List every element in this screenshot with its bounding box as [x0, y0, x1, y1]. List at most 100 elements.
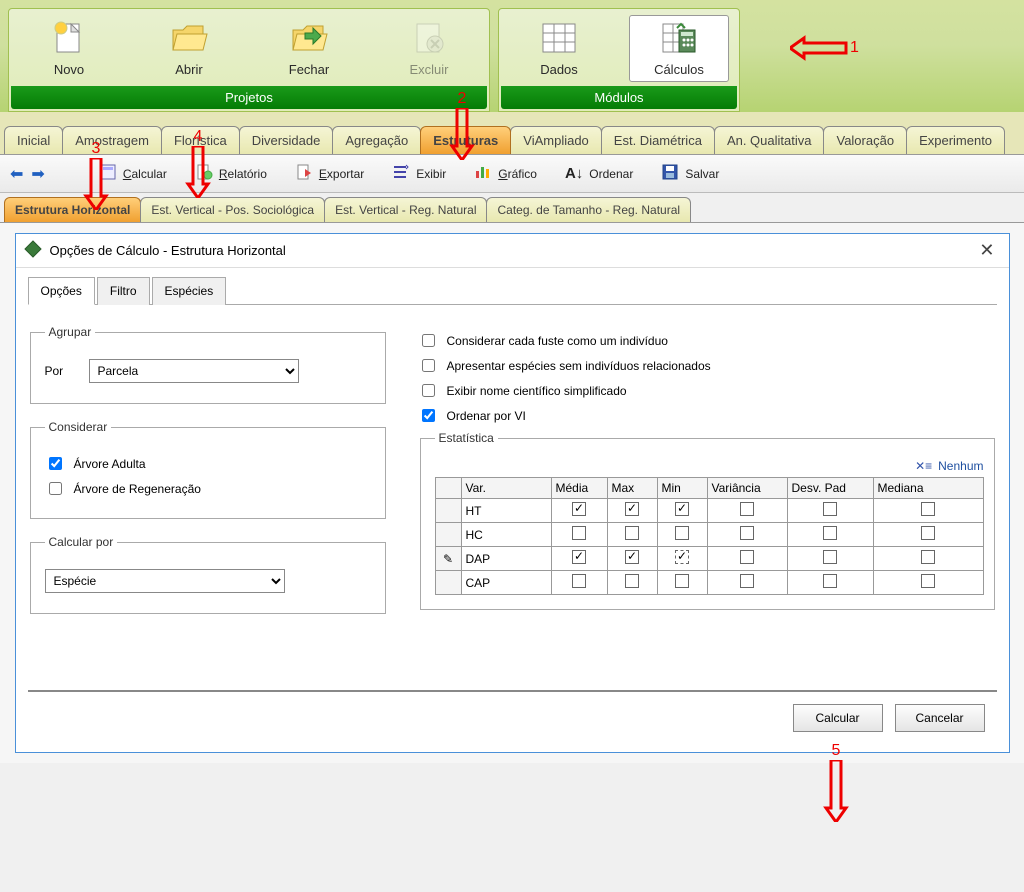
checkbox-arvore-adulta[interactable] [49, 457, 62, 470]
tab-agregacao[interactable]: Agregação [332, 126, 421, 154]
toolbar-salvar-button[interactable]: Salvar [657, 161, 723, 186]
checkbox-icon[interactable] [625, 526, 639, 540]
toolbar-relatorio-button[interactable]: Relatório [191, 161, 271, 186]
stat-cell-desvpad[interactable] [787, 499, 873, 523]
dialog-calcular-button[interactable]: Calcular [793, 704, 883, 732]
stat-header-media[interactable]: Média [551, 478, 607, 499]
ribbon-item-abrir[interactable]: Abrir [139, 15, 239, 82]
ribbon-item-fechar[interactable]: Fechar [259, 15, 359, 82]
dialog-cancelar-button[interactable]: Cancelar [895, 704, 985, 732]
stat-cell-media[interactable] [551, 547, 607, 571]
stat-cell-variancia[interactable] [707, 571, 787, 595]
checkbox-icon[interactable] [572, 550, 586, 564]
stat-cell-var[interactable]: DAP [461, 547, 551, 571]
checkbox-icon[interactable] [572, 574, 586, 588]
stat-cell-var[interactable]: CAP [461, 571, 551, 595]
stat-cell-mediana[interactable] [873, 523, 983, 547]
stat-cell-variancia[interactable] [707, 547, 787, 571]
toolbar-ordenar-button[interactable]: A↓ Ordenar [561, 163, 637, 184]
tab-amostragem[interactable]: Amostragem [62, 126, 162, 154]
tab-est-diametrica[interactable]: Est. Diamétrica [601, 126, 715, 154]
dlgtab-filtro[interactable]: Filtro [97, 277, 150, 305]
tab-experimento[interactable]: Experimento [906, 126, 1005, 154]
stat-cell-min[interactable] [657, 523, 707, 547]
checkbox-considerar-fuste[interactable] [422, 334, 435, 347]
checkbox-icon[interactable] [740, 526, 754, 540]
stat-cell-desvpad[interactable] [787, 523, 873, 547]
dlgtab-especies[interactable]: Espécies [152, 277, 227, 305]
checkbox-icon[interactable] [740, 502, 754, 516]
tab-floristica[interactable]: Florística [161, 126, 240, 154]
checkbox-icon[interactable] [921, 502, 935, 516]
toolbar-exportar-button[interactable]: Exportar [291, 161, 368, 186]
stat-cell-media[interactable] [551, 523, 607, 547]
tab-diversidade[interactable]: Diversidade [239, 126, 334, 154]
tab-an-qualitativa[interactable]: An. Qualitativa [714, 126, 825, 154]
toolbar-calcular-button[interactable]: Calcular [95, 161, 171, 186]
checkbox-ordenar-vi[interactable] [422, 409, 435, 422]
stat-cell-desvpad[interactable] [787, 547, 873, 571]
stat-nenhum-button[interactable]: ✕≡ Nenhum [435, 459, 984, 473]
toolbar-grafico-button[interactable]: Gráfico [470, 161, 541, 186]
checkbox-icon[interactable] [625, 574, 639, 588]
stat-header-min[interactable]: Min [657, 478, 707, 499]
nav-back-button[interactable]: ⬅ [10, 164, 23, 184]
checkbox-icon[interactable] [675, 502, 689, 516]
subtab-est-vertical-reg[interactable]: Est. Vertical - Reg. Natural [324, 197, 487, 222]
stat-cell-mediana[interactable] [873, 571, 983, 595]
stat-row-indicator[interactable] [435, 523, 461, 547]
subtab-categ-tamanho[interactable]: Categ. de Tamanho - Reg. Natural [486, 197, 691, 222]
nav-forward-button[interactable]: ➡ [31, 164, 44, 184]
subtab-estrutura-horizontal[interactable]: Estrutura Horizontal [4, 197, 141, 222]
checkbox-icon[interactable] [823, 574, 837, 588]
stat-cell-min[interactable] [657, 571, 707, 595]
checkbox-icon[interactable] [740, 550, 754, 564]
dialog-close-button[interactable]: ✕ [973, 240, 1000, 261]
stat-cell-min[interactable] [657, 499, 707, 523]
stat-cell-min[interactable] [657, 547, 707, 571]
stat-header-max[interactable]: Max [607, 478, 657, 499]
checkbox-icon[interactable] [625, 502, 639, 516]
subtab-est-vertical-pos[interactable]: Est. Vertical - Pos. Sociológica [140, 197, 325, 222]
stat-row-indicator[interactable] [435, 499, 461, 523]
stat-cell-variancia[interactable] [707, 499, 787, 523]
checkbox-apresentar-especies[interactable] [422, 359, 435, 372]
checkbox-icon[interactable] [823, 550, 837, 564]
checkbox-icon[interactable] [675, 550, 689, 564]
checkbox-icon[interactable] [572, 526, 586, 540]
checkbox-nome-simplificado[interactable] [422, 384, 435, 397]
checkbox-icon[interactable] [740, 574, 754, 588]
stat-row-indicator[interactable]: ✎ [435, 547, 461, 571]
checkbox-icon[interactable] [625, 550, 639, 564]
checkbox-icon[interactable] [921, 526, 935, 540]
tab-inicial[interactable]: Inicial [4, 126, 63, 154]
checkbox-icon[interactable] [572, 502, 586, 516]
checkbox-icon[interactable] [921, 574, 935, 588]
checkbox-icon[interactable] [675, 574, 689, 588]
tab-valoracao[interactable]: Valoração [823, 126, 907, 154]
stat-cell-media[interactable] [551, 571, 607, 595]
checkbox-icon[interactable] [921, 550, 935, 564]
checkbox-icon[interactable] [823, 526, 837, 540]
toolbar-exibir-button[interactable]: Exibir [388, 161, 450, 186]
stat-cell-media[interactable] [551, 499, 607, 523]
stat-header-variancia[interactable]: Variância [707, 478, 787, 499]
checkbox-arvore-regeneracao[interactable] [49, 482, 62, 495]
stat-cell-max[interactable] [607, 523, 657, 547]
checkbox-icon[interactable] [823, 502, 837, 516]
dlgtab-opcoes[interactable]: Opções [28, 277, 95, 305]
stat-cell-variancia[interactable] [707, 523, 787, 547]
stat-header-desvpad[interactable]: Desv. Pad [787, 478, 873, 499]
stat-cell-max[interactable] [607, 571, 657, 595]
stat-row-indicator[interactable] [435, 571, 461, 595]
stat-cell-var[interactable]: HT [461, 499, 551, 523]
stat-header-mediana[interactable]: Mediana [873, 478, 983, 499]
stat-cell-mediana[interactable] [873, 499, 983, 523]
ribbon-item-novo[interactable]: Novo [19, 15, 119, 82]
stat-header-var[interactable]: Var. [461, 478, 551, 499]
tab-estruturas[interactable]: Estruturas [420, 126, 511, 154]
tab-viampliado[interactable]: ViAmpliado [510, 126, 602, 154]
stat-cell-mediana[interactable] [873, 547, 983, 571]
stat-cell-max[interactable] [607, 547, 657, 571]
ribbon-item-calculos[interactable]: Cálculos [629, 15, 729, 82]
